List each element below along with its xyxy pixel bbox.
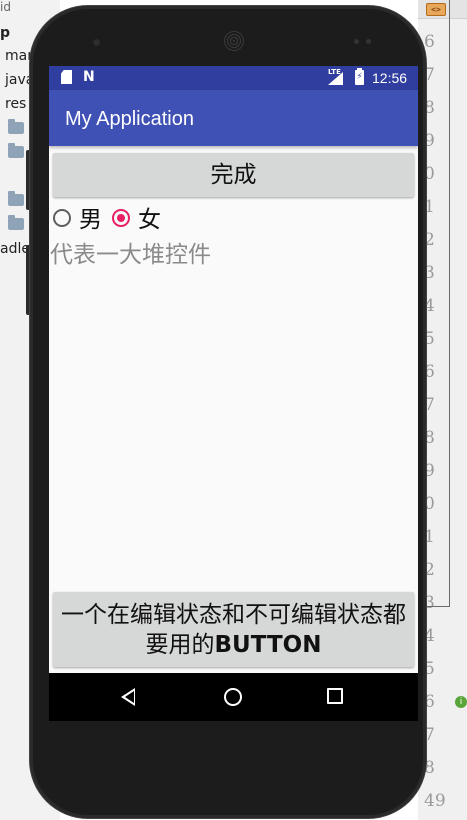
app-bar: My Application [49, 90, 418, 146]
info-marker-icon[interactable]: i [455, 696, 467, 708]
radio-male[interactable] [53, 209, 71, 227]
sd-card-icon [61, 70, 72, 84]
back-icon[interactable] [121, 688, 135, 706]
battery-charging-icon [355, 68, 364, 85]
tree-item-mar[interactable]: mar [5, 45, 33, 67]
line-number: 8 [424, 758, 435, 778]
line-number: 6 [424, 692, 435, 712]
line-number: 7 [424, 725, 435, 745]
status-time: 12:56 [372, 70, 408, 86]
recents-icon[interactable] [327, 688, 343, 704]
app-title: My Application [65, 108, 194, 130]
speaker-icon [224, 31, 244, 51]
xml-tab-icon[interactable]: <> [426, 3, 446, 16]
tree-item-res[interactable]: res [5, 93, 26, 115]
radio-female-label[interactable]: 女 [138, 206, 161, 234]
radio-female[interactable] [112, 209, 130, 227]
home-icon[interactable] [224, 688, 242, 706]
sensors-icon [354, 39, 374, 45]
line-number: 49 [424, 791, 446, 811]
n-notification-icon: N [83, 69, 95, 85]
folder-icon [8, 215, 24, 230]
lte-label: LTE [328, 68, 341, 76]
radio-male-label[interactable]: 男 [79, 206, 102, 234]
device-screen: N LTE 12:56 My Application 完成 男 女 代表一大堆控… [49, 66, 418, 721]
tree-item-id[interactable]: id [0, 0, 11, 18]
status-bar: N LTE 12:56 [49, 66, 418, 90]
edit-state-button-label-word: BUTTON [214, 631, 322, 658]
folder-icon [8, 191, 24, 206]
controls-placeholder-text: 代表一大堆控件 [50, 242, 211, 268]
edit-state-button-label: 一个在编辑状态和不可编辑状态都要用的BUTTON [61, 600, 406, 660]
folder-icon [8, 119, 24, 134]
folder-icon [8, 143, 24, 158]
navigation-bar [49, 673, 418, 721]
front-camera-icon [92, 38, 101, 47]
edit-state-button[interactable]: 一个在编辑状态和不可编辑状态都要用的BUTTON [53, 592, 414, 667]
tree-item-p[interactable]: p [0, 22, 10, 44]
line-number: 4 [424, 626, 435, 646]
editor-divider [449, 0, 450, 606]
line-number: 5 [424, 659, 435, 679]
editor-tab-strip: <> [418, 0, 467, 19]
done-button[interactable]: 完成 [53, 153, 414, 197]
